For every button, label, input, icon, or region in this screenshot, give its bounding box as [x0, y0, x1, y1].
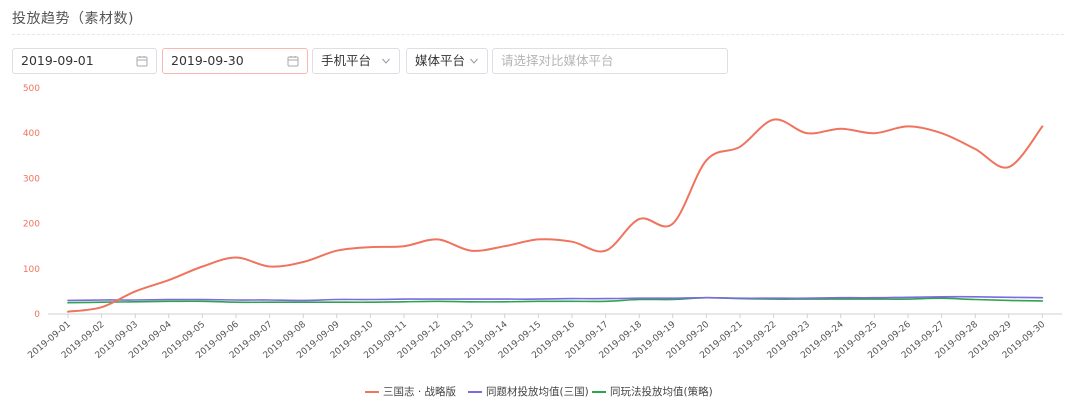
page-title: 投放趋势（素材数)	[12, 11, 134, 27]
legend-swatch	[468, 390, 482, 393]
end-date-value: 2019-09-30	[171, 53, 244, 68]
legend-label: 同题材投放均值(三国)	[486, 386, 589, 398]
y-tick-label: 400	[23, 129, 40, 139]
legend-swatch	[592, 390, 606, 393]
calendar-icon	[287, 49, 299, 73]
y-tick-label: 100	[23, 265, 40, 275]
chart-legend: 三国志 · 战略版 同题材投放均值(三国) 同玩法投放均值(策略)	[0, 384, 1080, 400]
platform-select[interactable]: 手机平台	[312, 48, 400, 74]
series-line-1	[67, 118, 1044, 313]
chevron-down-icon	[469, 49, 479, 73]
start-date-picker[interactable]: 2019-09-01	[12, 48, 157, 74]
legend-label: 三国志 · 战略版	[383, 386, 457, 398]
legend-swatch	[365, 390, 379, 393]
compare-media-select[interactable]: 请选择对比媒体平台	[492, 48, 728, 74]
y-tick-label: 500	[23, 84, 40, 94]
media-select[interactable]: 媒体平台	[406, 48, 488, 74]
platform-select-value: 手机平台	[321, 53, 372, 68]
trend-line-chart: 01002003004005002019-09-012019-09-022019…	[23, 84, 1063, 361]
legend-item-2[interactable]: 同题材投放均值(三国)	[468, 384, 589, 399]
start-date-value: 2019-09-01	[21, 53, 94, 68]
legend-label: 同玩法投放均值(策略)	[610, 386, 713, 398]
y-tick-label: 300	[23, 174, 40, 184]
compare-media-placeholder: 请选择对比媒体平台	[501, 53, 614, 68]
legend-item-1[interactable]: 三国志 · 战略版	[365, 384, 456, 399]
end-date-picker[interactable]: 2019-09-30	[162, 48, 308, 74]
chevron-down-icon	[381, 49, 391, 73]
y-tick-label: 0	[34, 310, 40, 320]
y-tick-label: 200	[23, 220, 40, 230]
title-divider	[12, 34, 1064, 35]
media-select-value: 媒体平台	[415, 53, 466, 68]
legend-item-3[interactable]: 同玩法投放均值(策略)	[592, 384, 713, 399]
calendar-icon	[136, 49, 148, 73]
